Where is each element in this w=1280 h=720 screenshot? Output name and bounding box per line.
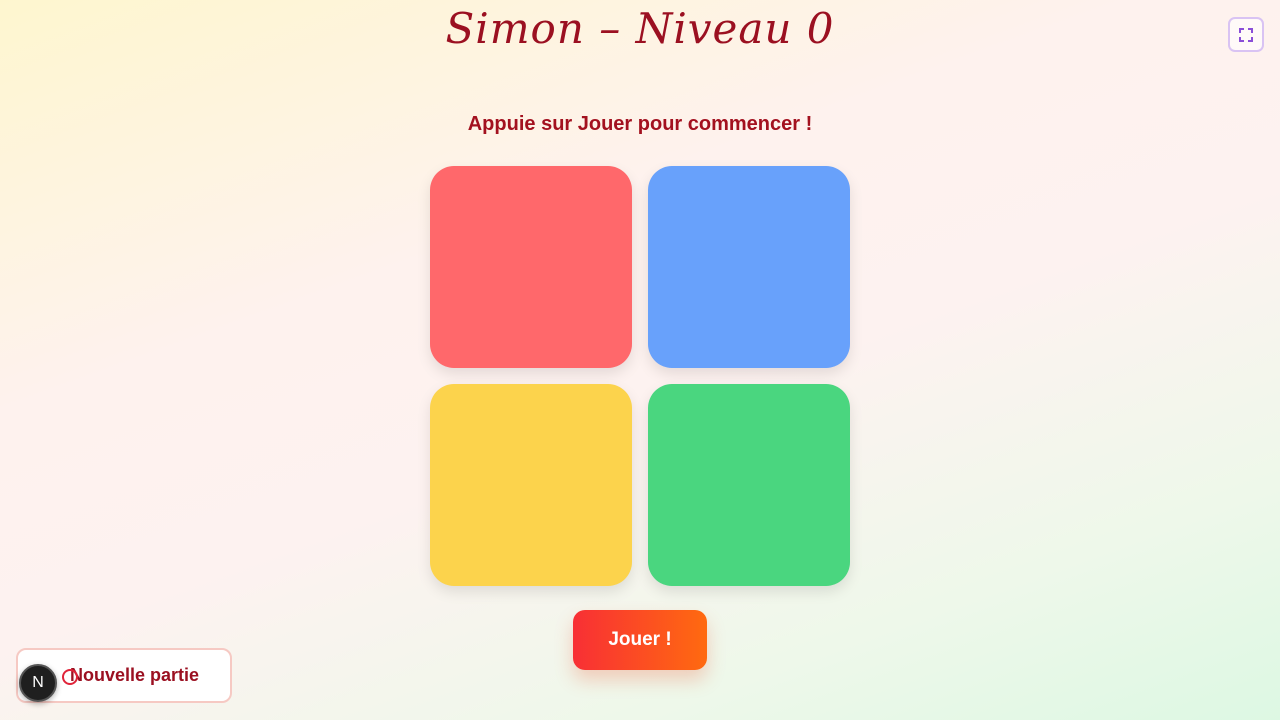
pad-blue[interactable] [648,166,850,368]
game-instruction: Appuie sur Jouer pour commencer ! [467,113,813,135]
pad-red[interactable] [430,166,632,368]
play-button[interactable]: Jouer ! [573,610,707,670]
dev-tools-badge[interactable]: N [19,664,57,702]
fullscreen-button[interactable] [1228,17,1264,52]
restart-icon [62,669,78,685]
pad-green[interactable] [648,384,850,586]
new-game-label: Nouvelle partie [70,665,200,685]
page-title: Simon – Niveau 0 [445,4,835,53]
pad-yellow[interactable] [430,384,632,586]
fullscreen-icon [1239,27,1253,42]
